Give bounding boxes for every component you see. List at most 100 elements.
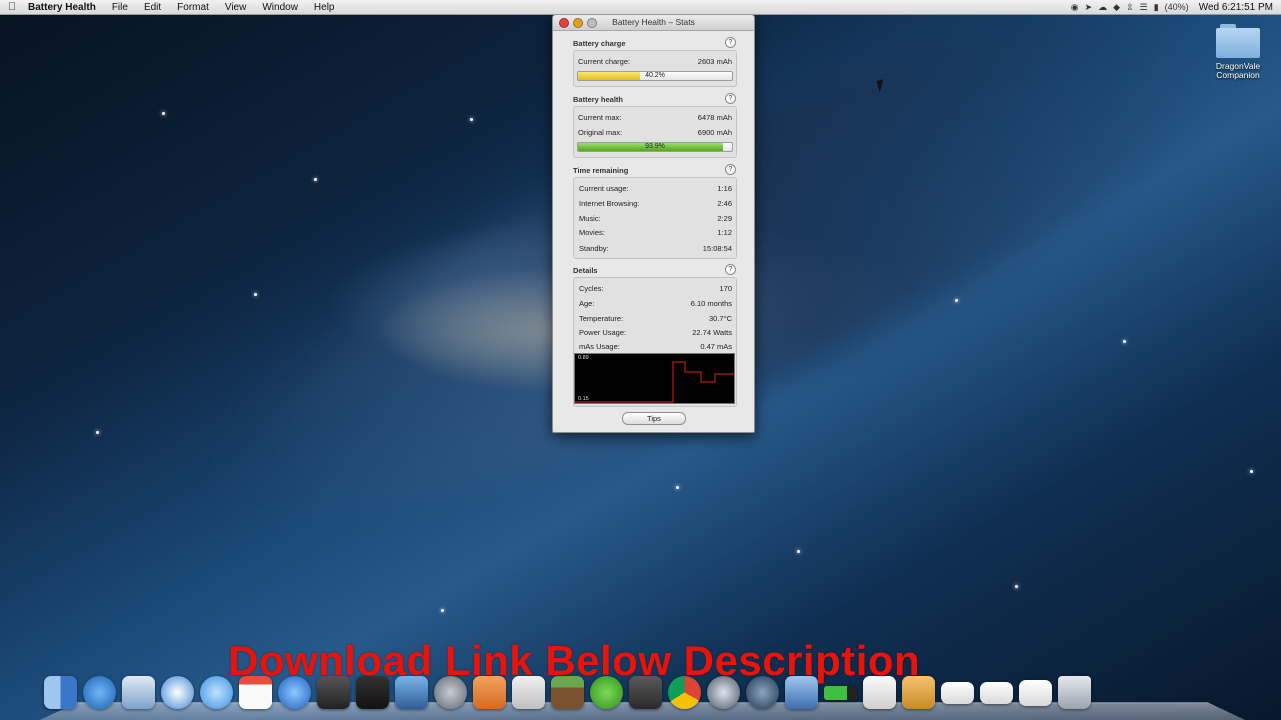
star xyxy=(96,431,99,434)
detail-row: Power Usage: 22.74 Watts xyxy=(579,328,732,337)
time-value: 2:29 xyxy=(717,214,732,223)
folder-body xyxy=(1216,28,1260,58)
current-charge-value: 2603 mAh xyxy=(697,57,732,66)
time-value: 1:16 xyxy=(717,184,732,193)
menu-extras: ◉ ➤ ☁ ◆ ⇫ ☰ ▮ (40%) Wed 6:21:51 PM xyxy=(1071,2,1281,13)
detail-value: 22.74 Watts xyxy=(692,328,732,337)
current-max-label: Current max: xyxy=(578,113,622,122)
menu-format[interactable]: Format xyxy=(169,2,217,13)
detail-row: mAs Usage: 0.47 mAs xyxy=(579,342,732,351)
window-icon[interactable] xyxy=(941,682,974,704)
original-max-row: Original max: 6900 mAh xyxy=(578,128,732,137)
tips-button[interactable]: Tips xyxy=(622,412,686,425)
time-row: Music: 2:29 xyxy=(579,214,732,223)
current-max-row: Current max: 6478 mAh xyxy=(578,113,732,122)
battery-health-group: Current max: 6478 mAh Original max: 6900… xyxy=(573,106,737,158)
cloud-icon[interactable]: ☁ xyxy=(1098,2,1107,13)
star xyxy=(162,112,165,115)
menu-clock[interactable]: Wed 6:21:51 PM xyxy=(1195,2,1273,13)
app-store-icon[interactable] xyxy=(83,676,116,709)
time-value: 15:08:54 xyxy=(702,244,732,253)
original-max-value: 6900 mAh xyxy=(697,128,732,137)
time-label: Music: xyxy=(579,214,601,223)
detail-value: 170 xyxy=(719,284,732,293)
time-label: Movies: xyxy=(579,228,605,237)
safari-icon[interactable] xyxy=(161,676,194,709)
battery-charge-help-icon[interactable]: ? xyxy=(725,37,736,48)
health-progress-bar: 93.9% xyxy=(577,142,733,152)
dropbox-icon[interactable]: ◆ xyxy=(1113,2,1120,13)
window-icon-2[interactable] xyxy=(980,682,1013,704)
time-value: 2:46 xyxy=(717,199,732,208)
star xyxy=(797,550,800,553)
graph-svg xyxy=(575,361,734,403)
time-value: 1:12 xyxy=(717,228,732,237)
detail-label: Age: xyxy=(579,299,595,308)
apple-icon[interactable]:  xyxy=(0,1,24,13)
detail-row: Cycles: 170 xyxy=(579,284,732,293)
time-remaining-header: Time remaining xyxy=(573,166,629,175)
wifi-icon[interactable]: ☰ xyxy=(1140,2,1148,13)
star xyxy=(1123,340,1126,343)
current-charge-label: Current charge: xyxy=(578,57,631,66)
star xyxy=(470,118,473,121)
star xyxy=(441,609,444,612)
star xyxy=(314,178,317,181)
location-icon[interactable]: ➤ xyxy=(1085,2,1093,13)
time-row: Movies: 1:12 xyxy=(579,228,732,237)
detail-value: 0.47 mAs xyxy=(700,342,732,351)
detail-row: Temperature: 30.7°C xyxy=(579,314,732,323)
time-row: Current usage: 1:16 xyxy=(579,184,732,193)
window-title: Battery Health – Stats xyxy=(612,17,695,27)
detail-value: 30.7°C xyxy=(708,314,732,323)
menu-file[interactable]: File xyxy=(104,2,136,13)
detail-value: 6.10 months xyxy=(690,299,732,308)
star xyxy=(1015,585,1018,588)
menu-app-name[interactable]: Battery Health xyxy=(24,2,104,13)
details-help-icon[interactable]: ? xyxy=(725,264,736,275)
battery-health-icon[interactable] xyxy=(824,686,857,700)
mail-icon[interactable] xyxy=(122,676,155,709)
screen-record-icon[interactable]: ◉ xyxy=(1071,2,1079,13)
time-label: Standby: xyxy=(579,244,609,253)
time-remaining-group: Current usage: 1:16 Internet Browsing: 2… xyxy=(573,177,737,259)
battery-charge-group: Current charge: 2603 mAh 40.2% xyxy=(573,50,737,87)
window-titlebar[interactable]: Battery Health – Stats xyxy=(553,15,754,31)
graph-line xyxy=(575,361,734,403)
original-max-label: Original max: xyxy=(578,128,623,137)
star xyxy=(676,486,679,489)
health-percent-label: 93.9% xyxy=(645,143,665,150)
battery-charge-header: Battery charge xyxy=(573,39,626,48)
star xyxy=(1250,470,1253,473)
detail-label: Cycles: xyxy=(579,284,604,293)
bluetooth-icon[interactable]: ⇫ xyxy=(1126,2,1134,13)
star xyxy=(955,299,958,302)
desktop-folder[interactable]: DragonVale Companion xyxy=(1208,24,1268,80)
usage-graph: 0.89 0.15 xyxy=(574,353,735,404)
window-icon-3[interactable] xyxy=(1019,680,1052,706)
time-label: Internet Browsing: xyxy=(579,199,640,208)
time-label: Current usage: xyxy=(579,184,629,193)
menu-view[interactable]: View xyxy=(217,2,255,13)
details-header: Details xyxy=(573,266,598,275)
star xyxy=(254,293,257,296)
battery-health-header: Battery health xyxy=(573,95,624,104)
trash-icon[interactable] xyxy=(1058,676,1091,709)
menu-edit[interactable]: Edit xyxy=(136,2,169,13)
battery-percent[interactable]: (40%) xyxy=(1165,2,1189,12)
current-charge-row: Current charge: 2603 mAh xyxy=(578,57,732,66)
time-row: Internet Browsing: 2:46 xyxy=(579,199,732,208)
folder-icon[interactable] xyxy=(1216,24,1260,58)
time-remaining-help-icon[interactable]: ? xyxy=(725,164,736,175)
battery-icon[interactable]: ▮ xyxy=(1154,2,1159,13)
overlay-banner-text: Download Link Below Description xyxy=(228,637,921,684)
battery-health-help-icon[interactable]: ? xyxy=(725,93,736,104)
menu-window[interactable]: Window xyxy=(254,2,306,13)
current-max-value: 6478 mAh xyxy=(697,113,732,122)
detail-row: Age: 6.10 months xyxy=(579,299,732,308)
menu-help[interactable]: Help xyxy=(306,2,343,13)
folder-label: DragonVale Companion xyxy=(1215,61,1261,80)
detail-label: Temperature: xyxy=(579,314,624,323)
finder-icon[interactable] xyxy=(44,676,77,709)
detail-label: mAs Usage: xyxy=(579,342,620,351)
